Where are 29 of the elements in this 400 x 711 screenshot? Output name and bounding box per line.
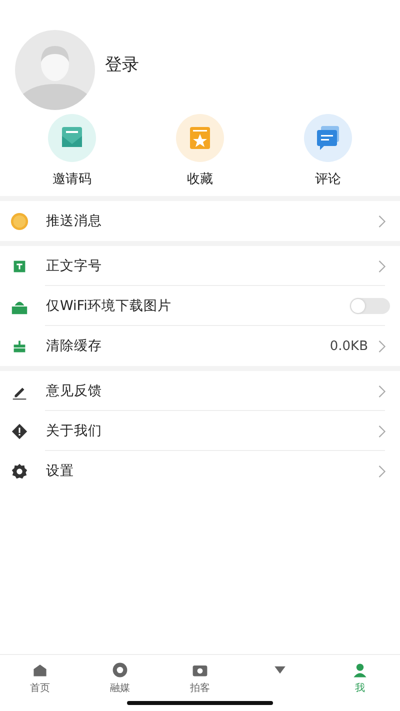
menu-item-label[interactable]: 设置 <box>46 462 378 480</box>
menu-item-label[interactable]: 仅WiFi环境下载图片 <box>46 297 350 315</box>
cache-size: 0.0KB <box>330 338 368 354</box>
chevron-icon <box>378 424 386 438</box>
menu-item-label[interactable]: 推送消息 <box>46 212 378 230</box>
info-diamond-icon <box>10 422 29 440</box>
envelope-icon <box>48 114 96 162</box>
person-icon <box>351 661 369 679</box>
chevron-icon <box>378 384 386 398</box>
shortcut-button[interactable]: 评论 <box>288 114 368 188</box>
push-badge-icon <box>10 212 29 230</box>
menu-item-label[interactable]: 正文字号 <box>46 257 378 275</box>
chevron-icon <box>378 464 386 478</box>
shortcut-button[interactable]: 收藏 <box>160 114 240 188</box>
settings-icon <box>10 462 29 480</box>
tab-item[interactable]: 首页 <box>0 655 80 711</box>
chevron-icon <box>378 260 386 272</box>
chat-bubble-icon <box>304 114 352 162</box>
menu-item-label[interactable]: 清除缓存 <box>46 337 330 355</box>
menu-item-label[interactable]: 意见反馈 <box>46 382 378 400</box>
chevron-icon <box>378 214 386 228</box>
login-link[interactable]: 登录 <box>105 52 139 76</box>
menu-item-label[interactable]: 关于我们 <box>46 422 378 440</box>
star-card-icon <box>176 114 224 162</box>
tab-item[interactable]: 我 <box>320 655 400 711</box>
shortcut-button[interactable]: 邀请码 <box>32 114 112 188</box>
chevron-icon <box>378 340 386 352</box>
toggle-switch[interactable] <box>350 298 390 314</box>
avatar-icon[interactable] <box>15 30 95 110</box>
